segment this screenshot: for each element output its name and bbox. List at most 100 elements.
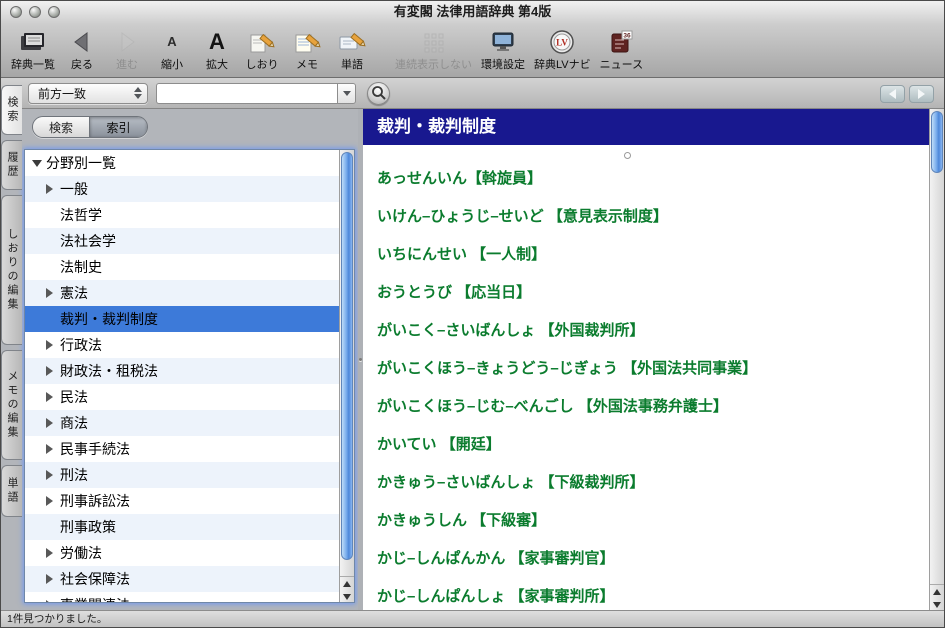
side-tab-history[interactable]: 履歴 (1, 140, 22, 190)
toolbar-button-dictionary-lv-navi[interactable]: LV 辞典LVナビ (534, 27, 591, 72)
side-tab-label: 単語 (4, 477, 20, 505)
tree-item[interactable]: 分野別一覧 (25, 150, 339, 176)
toolbar-button-memo[interactable]: メモ (289, 27, 325, 72)
tree-item[interactable]: 行政法 (25, 332, 339, 358)
disclosure-right-icon[interactable] (46, 184, 53, 194)
entry-item[interactable]: がいこくほう–じむ–べんごし 【外国法事務弁護士】 (377, 386, 921, 424)
entry-list: あっせんいん【斡旋員】 いけん–ひょうじ–せいど 【意見表示制度】 いちにんせい… (363, 145, 929, 610)
close-button[interactable] (10, 6, 22, 18)
tree-item[interactable]: 商法 (25, 410, 339, 436)
side-tab-bookmark-edit[interactable]: しおりの編集 (1, 195, 22, 345)
search-button[interactable] (367, 82, 390, 105)
toolbar-button-label: 縮小 (161, 56, 183, 72)
tree-item[interactable]: 一般 (25, 176, 339, 202)
side-tab-word[interactable]: 単語 (1, 465, 22, 517)
zoom-button[interactable] (48, 6, 60, 18)
disclosure-right-icon[interactable] (46, 288, 53, 298)
grid-icon (421, 27, 447, 56)
minimize-button[interactable] (29, 6, 41, 18)
tree-item[interactable]: 刑事訴訟法 (25, 488, 339, 514)
tree-item[interactable]: 刑事政策 (25, 514, 339, 540)
toolbar-button-zoom-in[interactable]: A 拡大 (199, 27, 235, 72)
disclosure-right-icon[interactable] (46, 392, 53, 402)
entry-item[interactable]: あっせんいん【斡旋員】 (377, 158, 921, 196)
tree-item[interactable]: 法制史 (25, 254, 339, 280)
entry-item[interactable]: がいこくほう–きょうどう–じぎょう 【外国法共同事業】 (377, 348, 921, 386)
tree-item[interactable]: 財政法・租税法 (25, 358, 339, 384)
entry-item[interactable]: かきゅう–さいばんしょ 【下級裁判所】 (377, 462, 921, 500)
toolbar-button-bookmark[interactable]: しおり (244, 27, 280, 72)
disclosure-right-icon[interactable] (46, 600, 53, 603)
entry-link[interactable]: がいこく–さいばんしょ 【外国裁判所】 (377, 319, 645, 340)
disclosure-right-icon[interactable] (46, 496, 53, 506)
tree-item[interactable]: 労働法 (25, 540, 339, 566)
toolbar-button-back[interactable]: 戻る (64, 27, 100, 72)
disclosure-right-icon[interactable] (46, 548, 53, 558)
disclosure-right-icon[interactable] (46, 444, 53, 454)
search-history-dropdown-button[interactable] (337, 83, 356, 104)
toolbar-button-zoom-out[interactable]: A 縮小 (154, 27, 190, 72)
toolbar-button-news[interactable]: 36 ニュース (600, 27, 643, 72)
disclosure-down-icon[interactable] (32, 160, 42, 167)
entry-item[interactable]: いけん–ひょうじ–せいど 【意見表示制度】 (377, 196, 921, 234)
side-tab-search[interactable]: 検索 (1, 85, 22, 135)
entry-item[interactable]: かじ–しんぱんしょ 【家事審判所】 (377, 576, 921, 610)
entry-item[interactable]: いちにんせい 【一人制】 (377, 234, 921, 272)
tree-item[interactable]: 民法 (25, 384, 339, 410)
window-title: 有変閣 法律用語辞典 第4版 (1, 1, 944, 23)
tree-item[interactable]: 刑法 (25, 462, 339, 488)
entry-item[interactable]: かきゅうしん 【下級審】 (377, 500, 921, 538)
tab-index[interactable]: 索引 (90, 117, 147, 137)
lv-navi-icon: LV (548, 27, 576, 56)
traffic-lights (10, 6, 60, 18)
entry-link[interactable]: あっせんいん【斡旋員】 (377, 167, 542, 188)
tree-item-selected[interactable]: 裁判・裁判制度 (25, 306, 339, 332)
entry-item[interactable]: おうとうび 【応当日】 (377, 272, 921, 310)
search-input[interactable] (156, 83, 337, 104)
tree-item-label: 法哲学 (60, 205, 102, 225)
scroll-up-button[interactable] (340, 577, 354, 590)
tab-search[interactable]: 検索 (33, 117, 90, 137)
disclosure-right-icon[interactable] (46, 470, 53, 480)
entry-link[interactable]: かじ–しんぱんしょ 【家事審判所】 (377, 585, 615, 606)
tree-item[interactable]: 社会保障法 (25, 566, 339, 592)
entry-link[interactable]: いけん–ひょうじ–せいど 【意見表示制度】 (377, 205, 668, 226)
entry-link[interactable]: がいこくほう–じむ–べんごし 【外国法事務弁護士】 (377, 395, 728, 416)
panel-tab-control: 検索 索引 (32, 116, 148, 138)
entry-item[interactable]: かいてい 【開廷】 (377, 424, 921, 462)
content-scrollbar[interactable] (929, 109, 944, 610)
entry-link[interactable]: がいこくほう–きょうどう–じぎょう 【外国法共同事業】 (377, 357, 757, 378)
disclosure-right-icon[interactable] (46, 574, 53, 584)
result-forward-button[interactable] (909, 85, 934, 103)
disclosure-right-icon[interactable] (46, 418, 53, 428)
result-back-button[interactable] (880, 85, 905, 103)
side-tab-memo-edit[interactable]: メモの編集 (1, 350, 22, 460)
tree-item[interactable]: 法社会学 (25, 228, 339, 254)
entry-item[interactable]: がいこく–さいばんしょ 【外国裁判所】 (377, 310, 921, 348)
scrollbar-thumb[interactable] (931, 111, 943, 173)
disclosure-right-icon[interactable] (46, 340, 53, 350)
match-mode-select[interactable]: 前方一致 (28, 83, 148, 104)
scroll-up-button[interactable] (930, 585, 944, 598)
tree-item[interactable]: 法哲学 (25, 202, 339, 228)
entry-link[interactable]: かきゅう–さいばんしょ 【下級裁判所】 (377, 471, 645, 492)
entry-link[interactable]: おうとうび 【応当日】 (377, 281, 531, 302)
magnifier-icon (371, 85, 387, 101)
scroll-down-button[interactable] (930, 598, 944, 610)
entry-link[interactable]: いちにんせい 【一人制】 (377, 243, 546, 264)
tree-item[interactable]: 民事手続法 (25, 436, 339, 462)
toolbar-button-preferences[interactable]: 環境設定 (481, 27, 525, 72)
content-header: 裁判・裁判制度 (363, 109, 929, 145)
toolbar-button-dictionary-list[interactable]: 辞典一覧 (11, 27, 55, 72)
tree-scrollbar[interactable] (339, 150, 354, 602)
entry-link[interactable]: かじ–しんぱんかん 【家事審判官】 (377, 547, 615, 568)
toolbar-button-word[interactable]: 単語 (334, 27, 370, 72)
entry-link[interactable]: かいてい 【開廷】 (377, 433, 501, 454)
disclosure-right-icon[interactable] (46, 366, 53, 376)
scrollbar-thumb[interactable] (341, 152, 353, 560)
scroll-down-button[interactable] (340, 590, 354, 603)
tree-item[interactable]: 憲法 (25, 280, 339, 306)
entry-item[interactable]: かじ–しんぱんかん 【家事審判官】 (377, 538, 921, 576)
entry-link[interactable]: かきゅうしん 【下級審】 (377, 509, 546, 530)
tree-item[interactable]: 事業関連法 (25, 592, 339, 603)
